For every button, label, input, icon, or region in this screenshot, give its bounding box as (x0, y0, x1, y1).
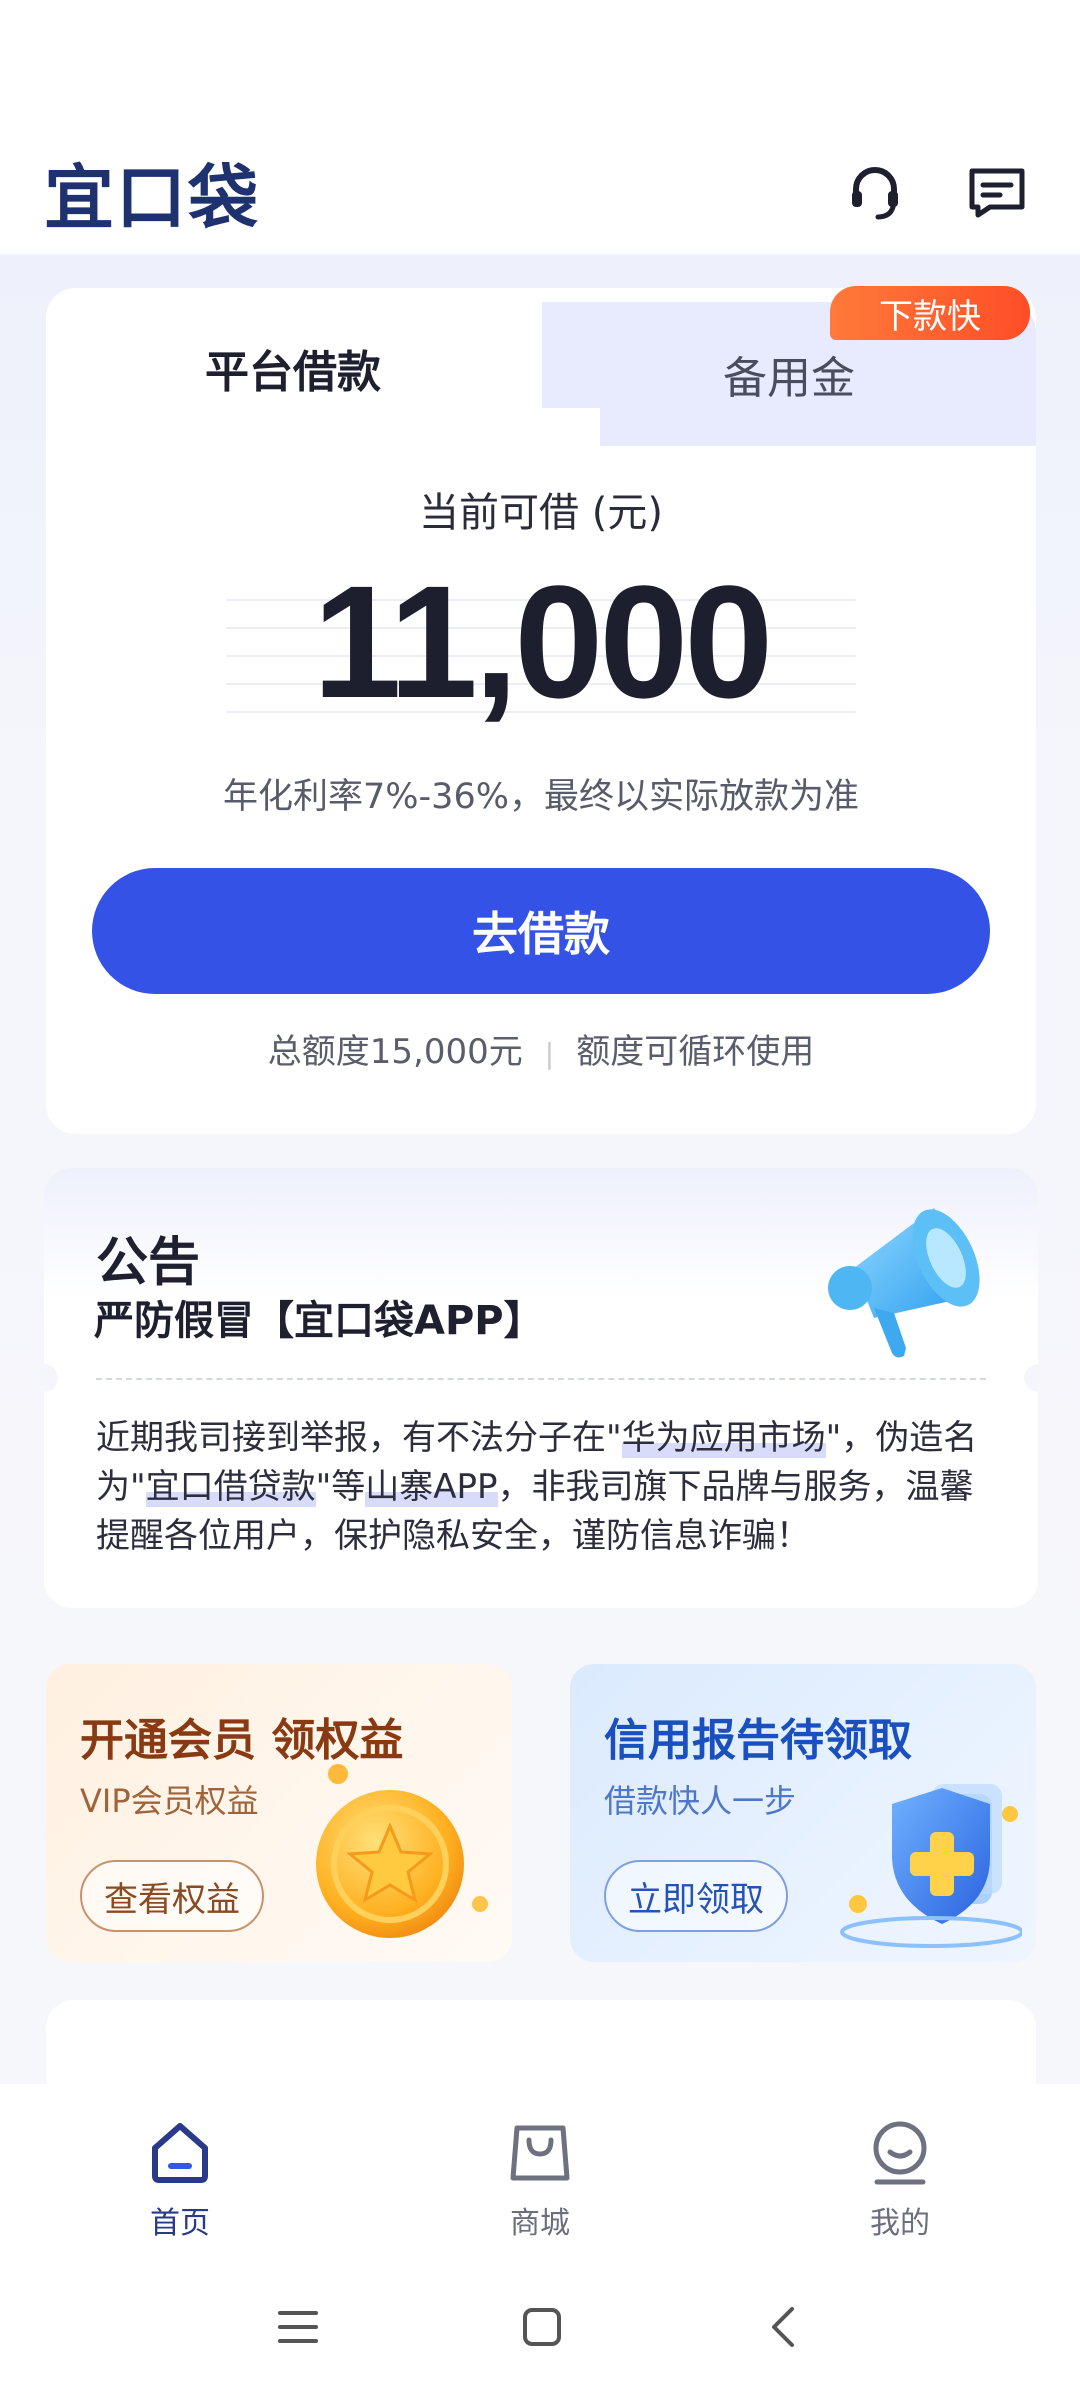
megaphone-icon (828, 1208, 980, 1358)
separator: | (544, 1037, 555, 1070)
home-square-icon[interactable] (520, 2305, 564, 2349)
home-icon (152, 2123, 208, 2183)
nav-profile[interactable]: 我的 (800, 2118, 1000, 2242)
available-label: 当前可借 (元) (419, 490, 663, 536)
notice-card[interactable]: 公告 严防假冒【宜口袋APP】 近期我司接到举报，有不法分子在"华为应用市场"，… (44, 1168, 1038, 1608)
highlight-counterfeit-app: 山寨APP (365, 1467, 498, 1507)
borrow-button[interactable]: 去借款 (92, 868, 990, 994)
credit-promo-subtitle: 借款快人一步 (604, 1782, 797, 1820)
message-icon[interactable] (964, 159, 1030, 225)
nav-home[interactable]: 首页 (80, 2118, 280, 2242)
revolving-limit-text: 额度可循环使用 (576, 1032, 815, 1072)
headset-icon[interactable] (842, 159, 908, 225)
back-icon[interactable] (764, 2305, 804, 2349)
highlight-fake-app-name: 宜口借贷款 (145, 1467, 316, 1507)
nav-home-label: 首页 (150, 2206, 210, 2241)
notice-divider (96, 1378, 986, 1380)
interest-rate-note: 年化利率7%-36%，最终以实际放款为准 (223, 777, 859, 817)
app-logo: 宜口袋 (44, 156, 260, 239)
system-nav-bar (0, 2254, 1080, 2400)
notice-body: 近期我司接到举报，有不法分子在"华为应用市场"，伪造名为"宜口借贷款"等山寨AP… (96, 1418, 978, 1556)
total-limit-text: 总额度15,000元 (267, 1032, 523, 1072)
notice-subtitle: 严防假冒【宜口袋APP】 (94, 1298, 544, 1344)
vip-promo-card[interactable]: 开通会员 领权益 VIP会员权益 查看权益 (46, 1664, 512, 1962)
bottom-nav: 首页 商城 我的 (0, 2084, 1080, 2254)
vip-promo-subtitle: VIP会员权益 (80, 1782, 259, 1820)
fast-disbursement-badge: 下款快 (830, 286, 1030, 340)
menu-icon[interactable] (276, 2307, 320, 2347)
nav-mall[interactable]: 商城 (440, 2118, 640, 2242)
nav-profile-label: 我的 (870, 2206, 930, 2241)
claim-now-button[interactable]: 立即领取 (604, 1860, 788, 1932)
app-header: 宜口袋 (0, 130, 1080, 254)
shield-report-icon (840, 1784, 1022, 1948)
available-amount: 11,000 (312, 552, 774, 731)
limit-info: 总额度15,000元 | 额度可循环使用 (46, 1024, 1036, 1073)
view-benefits-button[interactable]: 查看权益 (80, 1860, 264, 1932)
notice-title: 公告 (96, 1233, 201, 1293)
credit-report-promo-card[interactable]: 信用报告待领取 借款快人一步 立即领取 (570, 1664, 1036, 1962)
nav-mall-label: 商城 (510, 2206, 570, 2241)
tab-platform-loan[interactable]: 平台借款 (46, 288, 540, 448)
highlight-huawei-market: 华为应用市场 (621, 1418, 826, 1458)
shopping-bag-icon (510, 2125, 570, 2181)
gold-coin-icon (316, 1764, 488, 1938)
status-bar (0, 0, 1080, 130)
loan-card: 平台借款 备用金 下款快 当前可借 (元) 11,000 年化利率7%-36%，… (46, 286, 1036, 1134)
profile-icon (873, 2121, 927, 2185)
